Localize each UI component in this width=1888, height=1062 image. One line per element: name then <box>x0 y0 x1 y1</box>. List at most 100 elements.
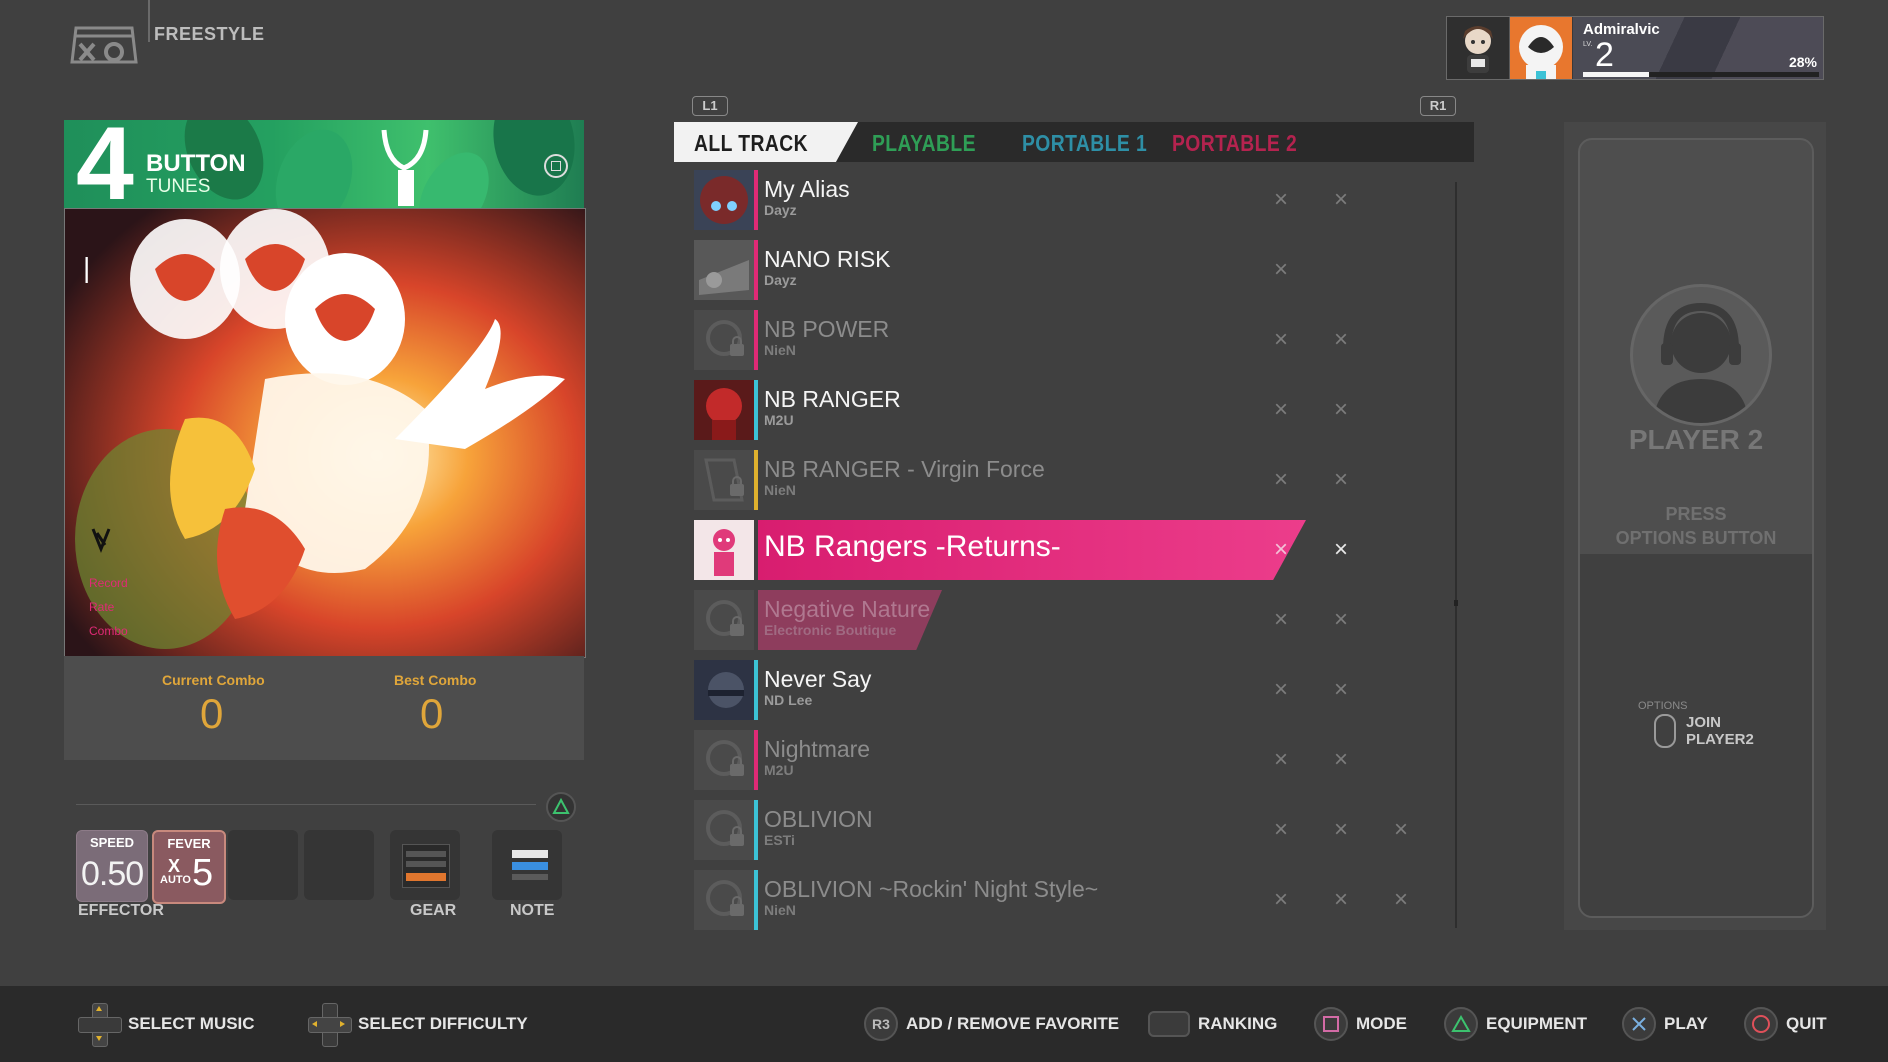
track-row[interactable]: NB POWER NieN × × <box>694 310 1454 370</box>
track-row[interactable]: Never Say ND Lee × × <box>694 660 1454 720</box>
track-row[interactable]: My Alias Dayz × × <box>694 170 1454 230</box>
difficulty-mark: × <box>1274 256 1289 283</box>
track-thumbnail <box>694 660 754 720</box>
gear-slot[interactable] <box>390 830 460 900</box>
album-number: 4 <box>76 120 134 208</box>
hint-quit[interactable]: QUIT <box>1744 1006 1827 1042</box>
hint-select-music[interactable]: SELECT MUSIC <box>78 1003 255 1047</box>
best-combo-label: Best Combo <box>394 672 477 688</box>
difficulty-mark: × <box>1274 676 1289 703</box>
player2-card: PLAYER 2 PRESS OPTIONS BUTTON OPTIONS JO… <box>1578 138 1814 918</box>
track-title: NB RANGER <box>764 386 901 412</box>
track-stripe <box>754 310 758 370</box>
difficulty-mark: × <box>1394 816 1409 843</box>
track-stripe <box>754 380 758 440</box>
track-row[interactable]: OBLIVION ~Rockin' Night Style~ NieN × × … <box>694 870 1454 930</box>
album-title-line1: BUTTON <box>146 150 246 177</box>
track-row[interactable]: NB RANGER M2U × × <box>694 380 1454 440</box>
difficulty-mark: × <box>1334 886 1349 913</box>
r1-button[interactable]: R1 <box>1420 96 1456 116</box>
player2-avatar-icon <box>1630 284 1772 426</box>
tab-playable[interactable]: PLAYABLE <box>872 130 976 157</box>
hint-play[interactable]: PLAY <box>1622 1006 1708 1042</box>
album-banner: 4 BUTTON TUNES <box>64 120 584 208</box>
track-artist: Dayz <box>764 202 797 218</box>
player2-press-line1: PRESS <box>1665 504 1727 524</box>
best-combo-value: 0 <box>420 690 444 737</box>
dpad-leftright-icon <box>308 1003 352 1047</box>
options-small-label: OPTIONS <box>1638 700 1688 712</box>
r3-button-icon: R3 <box>864 1007 898 1041</box>
player2-press-prompt: PRESS OPTIONS BUTTON <box>1580 502 1812 550</box>
speed-slot[interactable]: SPEED 0.50 <box>76 830 148 902</box>
fever-title: FEVER <box>167 836 211 851</box>
square-button-icon[interactable] <box>544 154 568 178</box>
join-line2: PLAYER2 <box>1686 731 1754 748</box>
svg-text:|: | <box>83 252 90 283</box>
triangle-button-icon[interactable] <box>546 792 576 822</box>
difficulty-mark: × <box>1274 326 1289 353</box>
track-thumbnail <box>694 730 754 790</box>
xp-progress-bar <box>1583 72 1819 77</box>
track-title: NB RANGER - Virgin Force <box>764 456 1045 482</box>
hint-select-difficulty[interactable]: SELECT DIFFICULTY <box>308 1003 528 1047</box>
track-row[interactable]: NB RANGER - Virgin Force NieN × × <box>694 450 1454 510</box>
join-player2-prompt[interactable]: JOIN PLAYER2 <box>1686 714 1754 748</box>
track-title: NANO RISK <box>764 246 891 272</box>
note-icon <box>512 850 548 858</box>
player-profile[interactable]: Admiralvic LV. 2 28% <box>1446 16 1824 80</box>
gear-label: GEAR <box>410 902 457 919</box>
tab-all-track[interactable]: ALL TRACK <box>674 122 858 162</box>
triangle-button-icon <box>1444 1007 1478 1041</box>
track-artist: M2U <box>764 412 794 428</box>
track-artist: NieN <box>764 482 796 498</box>
difficulty-mark: × <box>1274 466 1289 493</box>
track-title: Nightmare <box>764 736 871 762</box>
profile-level-label: LV. <box>1583 41 1593 48</box>
note-slot[interactable] <box>492 830 562 900</box>
hint-mode-label: MODE <box>1356 1014 1407 1033</box>
scrollbar-thumb[interactable] <box>1454 600 1458 606</box>
empty-slot-2[interactable] <box>304 830 374 900</box>
track-stripe <box>754 730 758 790</box>
circle-button-icon <box>1744 1007 1778 1041</box>
fever-slot[interactable]: FEVER X AUTO 5 <box>152 830 226 904</box>
track-row[interactable]: Negative Nature Electronic Boutique × × <box>694 590 1454 650</box>
track-title: OBLIVION <box>764 806 873 832</box>
hint-play-label: PLAY <box>1664 1014 1708 1033</box>
xp-percent: 28% <box>1788 54 1817 70</box>
square-button-icon <box>1314 1007 1348 1041</box>
hint-mode[interactable]: MODE <box>1314 1006 1407 1042</box>
lock-icon <box>730 336 744 356</box>
art-label-combo: Combo <box>89 624 128 638</box>
profile-panel: Admiralvic LV. 2 28% <box>1573 17 1823 79</box>
track-title: NB POWER <box>764 316 890 342</box>
track-thumbnail <box>694 870 754 930</box>
track-thumbnail <box>694 380 754 440</box>
current-combo-label: Current Combo <box>162 672 265 688</box>
empty-slot-1[interactable] <box>228 830 298 900</box>
track-row[interactable]: NANO RISK Dayz × <box>694 240 1454 300</box>
fever-auto: AUTO <box>160 874 191 886</box>
combo-panel: Current Combo 0 Best Combo 0 <box>64 656 584 760</box>
hint-ranking[interactable]: RANKING <box>1148 1006 1277 1042</box>
options-button-icon[interactable] <box>1654 714 1676 748</box>
track-list-scrollbar[interactable] <box>1455 182 1457 928</box>
track-row[interactable]: OBLIVION ESTi × × × <box>694 800 1454 860</box>
track-row-selected[interactable]: NB Rangers -Returns- × × <box>694 520 1454 580</box>
l1-button[interactable]: L1 <box>692 96 728 116</box>
hint-favorite[interactable]: R3 ADD / REMOVE FAVORITE <box>864 1006 1119 1042</box>
profile-level: 2 <box>1595 36 1614 74</box>
difficulty-mark: × <box>1334 396 1349 423</box>
difficulty-mark: × <box>1334 326 1349 353</box>
hint-equipment[interactable]: EQUIPMENT <box>1444 1006 1587 1042</box>
speed-value: 0.50 <box>81 855 144 893</box>
track-row[interactable]: Nightmare M2U × × <box>694 730 1454 790</box>
tab-portable-1[interactable]: PORTABLE 1 <box>1022 130 1147 157</box>
gear-icon <box>402 844 450 888</box>
track-artist: ND Lee <box>764 692 813 708</box>
speed-title: SPEED <box>89 835 135 850</box>
lock-icon <box>730 756 744 776</box>
track-artist: NieN <box>764 902 796 918</box>
tab-portable-2[interactable]: PORTABLE 2 <box>1172 130 1297 157</box>
